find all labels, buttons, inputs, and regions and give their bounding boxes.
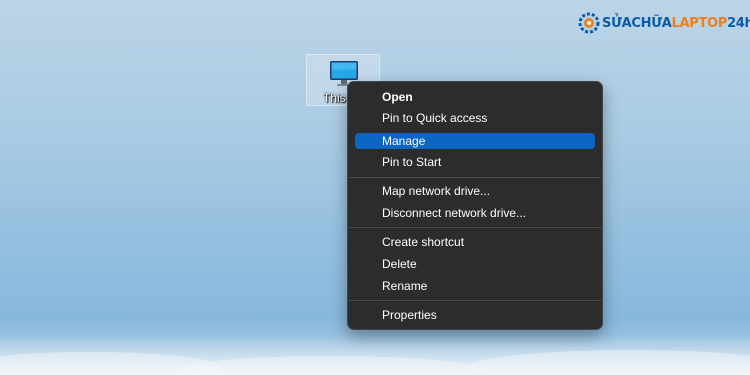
menu-item-create-shortcut[interactable]: Create shortcut [355, 234, 595, 250]
cloud-band [0, 335, 750, 375]
menu-item-rename[interactable]: Rename [355, 278, 595, 294]
menu-separator [349, 177, 601, 178]
menu-item-map-network-drive[interactable]: Map network drive... [355, 183, 595, 199]
menu-separator [349, 227, 601, 228]
menu-item-open[interactable]: Open [355, 89, 595, 105]
menu-item-properties[interactable]: Properties [355, 307, 595, 323]
gear-logo-icon [578, 12, 600, 34]
context-menu: Open Pin to Quick access Manage Pin to S… [347, 81, 603, 330]
menu-item-delete[interactable]: Delete [355, 256, 595, 272]
menu-separator [349, 300, 601, 301]
menu-item-pin-to-quick-access[interactable]: Pin to Quick access [355, 110, 595, 126]
menu-item-disconnect-network-drive[interactable]: Disconnect network drive... [355, 205, 595, 221]
logo-text: SỬACHỮALAPTOP24h.com [602, 15, 750, 31]
site-logo: SỬACHỮALAPTOP24h.com [578, 11, 750, 35]
menu-item-pin-to-start[interactable]: Pin to Start [355, 154, 595, 170]
menu-item-manage[interactable]: Manage [355, 133, 595, 149]
desktop[interactable]: SỬACHỮALAPTOP24h.com This PC Open Pin to… [0, 0, 750, 375]
